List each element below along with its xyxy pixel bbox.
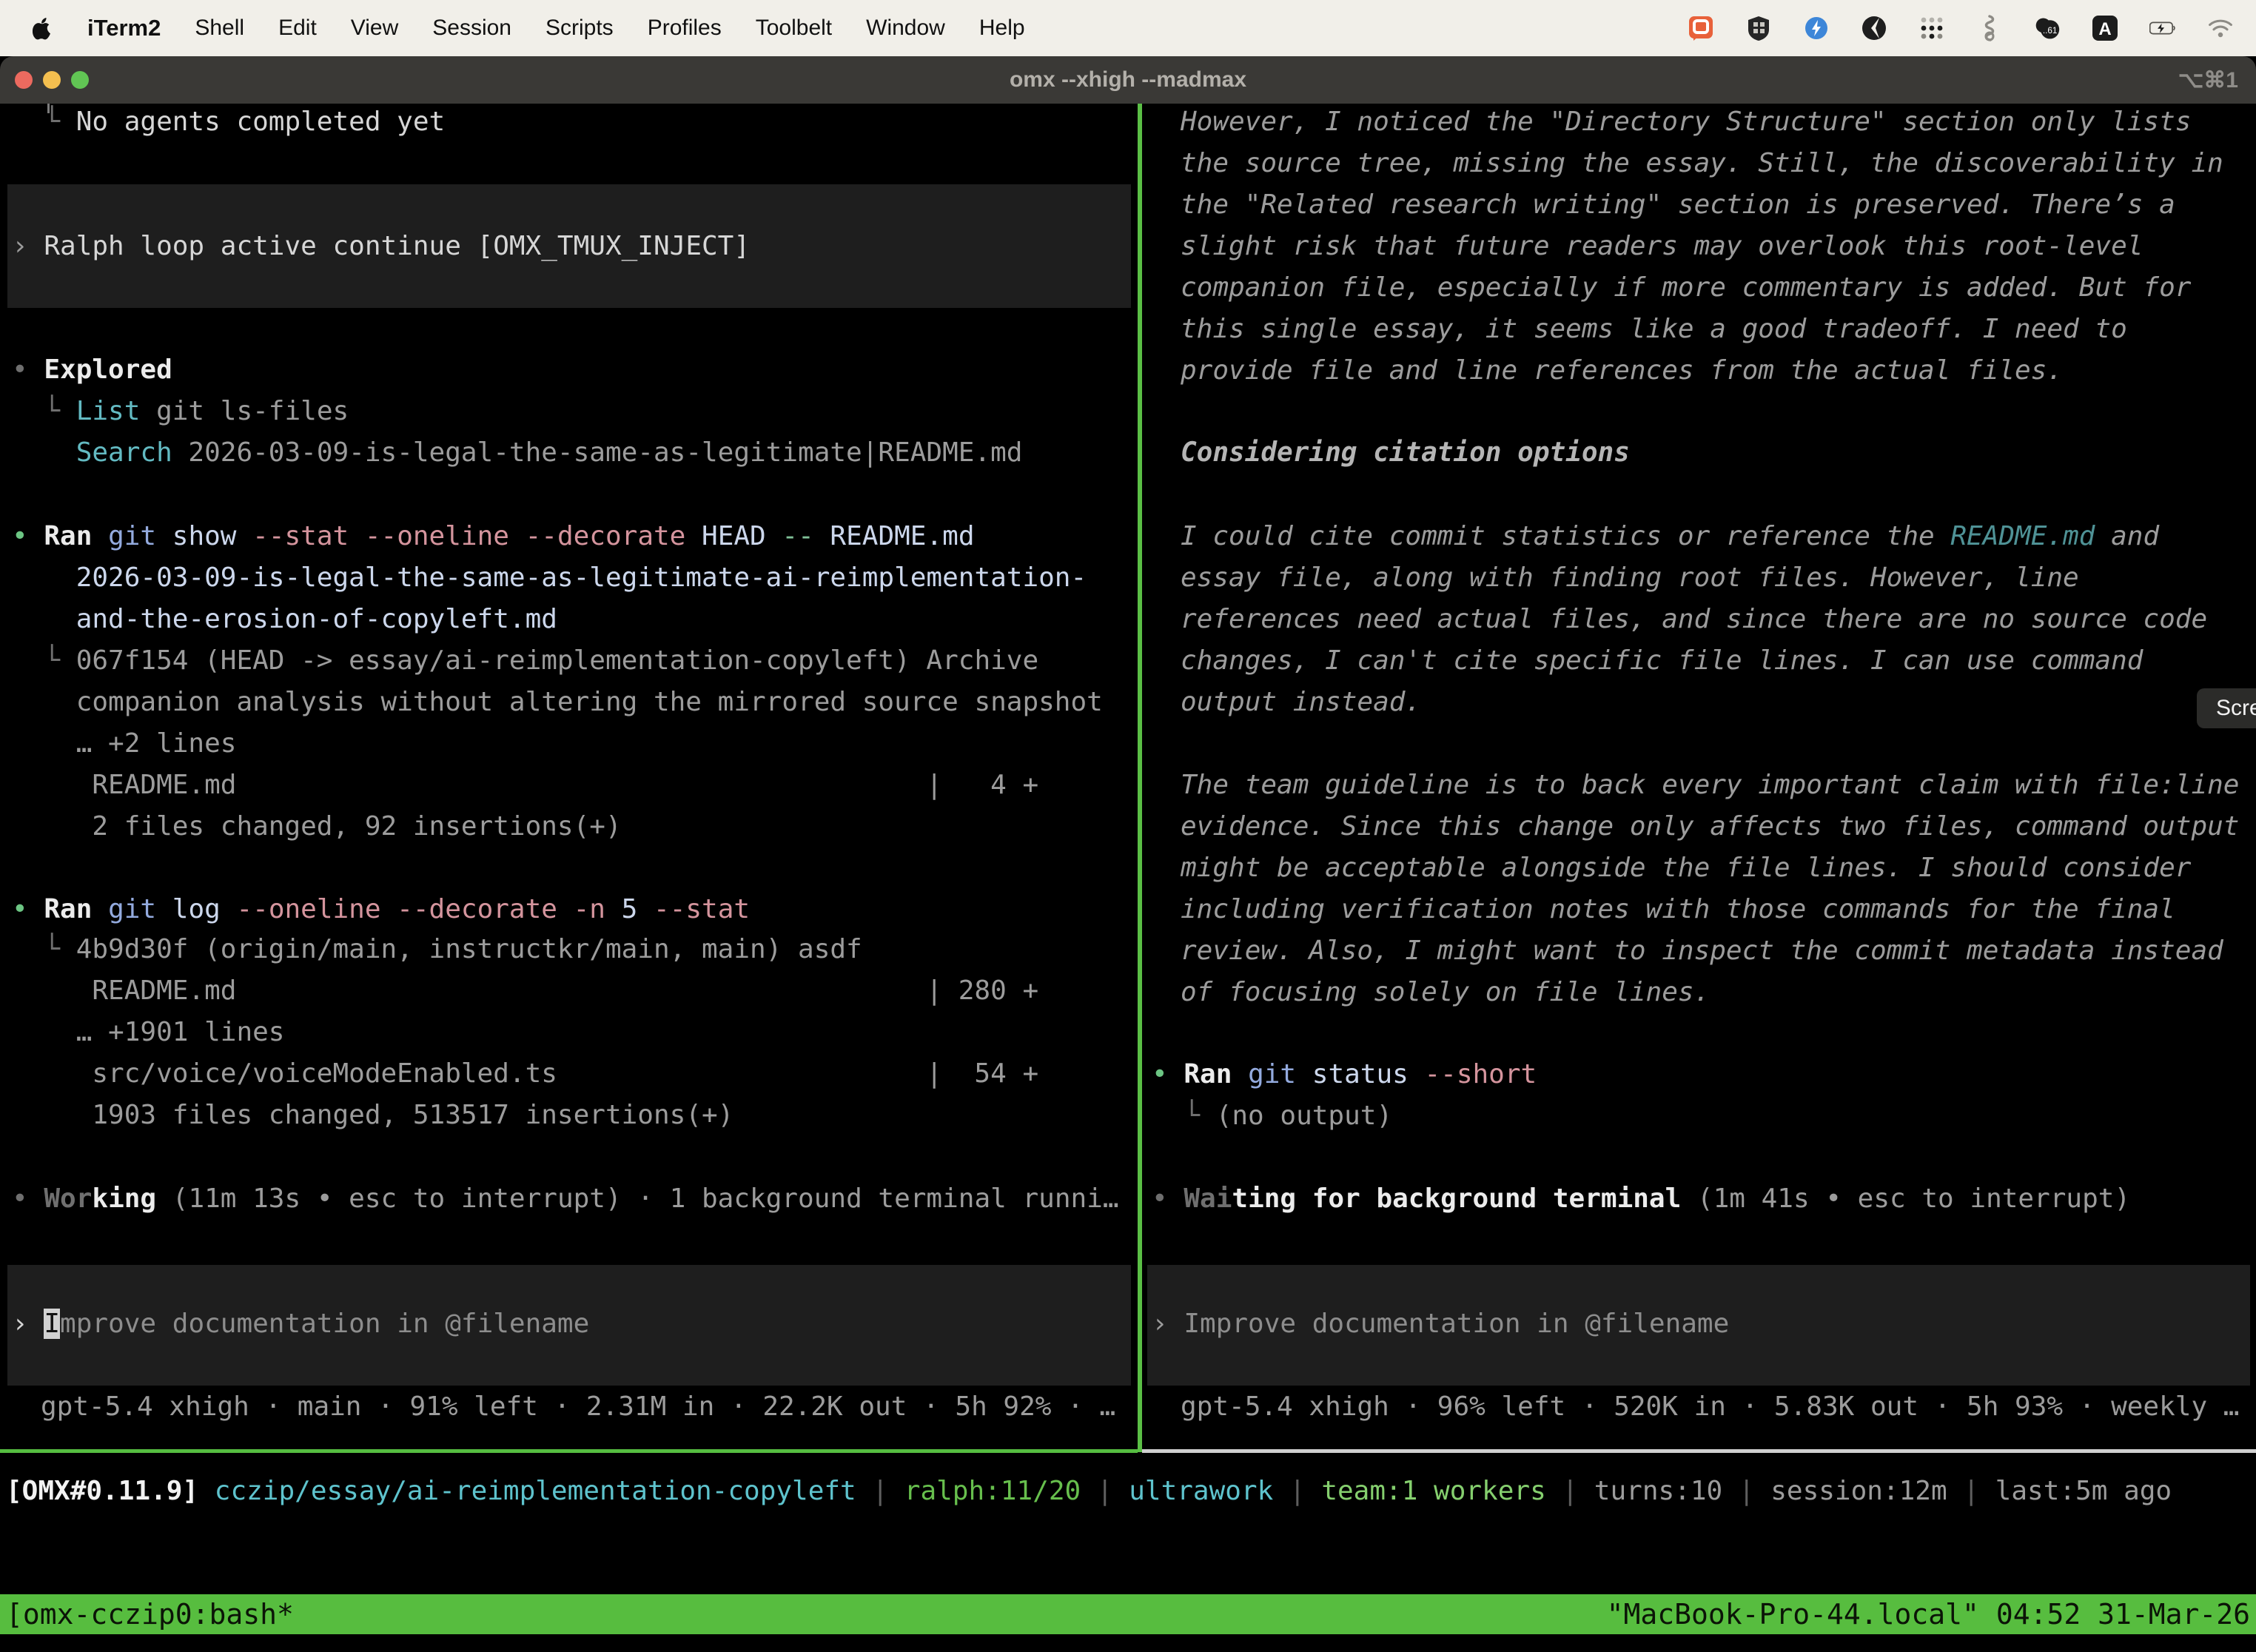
shield-grid-icon[interactable] bbox=[1745, 15, 1772, 41]
apple-menu-icon[interactable] bbox=[33, 16, 53, 40]
window-title: omx --xhigh --madmax bbox=[1010, 67, 1246, 93]
pane-divider[interactable] bbox=[1138, 104, 1142, 1452]
menu-bar: iTerm2 Shell Edit View Session Scripts Profil… bbox=[0, 0, 2256, 56]
tmux-host-clock-label: "MacBook-Pro-44.local" 04:52 31-Mar-26 bbox=[1607, 1598, 2250, 1631]
separator-right-gray bbox=[1142, 1449, 2256, 1453]
left-prompt-box[interactable] bbox=[7, 1265, 1131, 1386]
minimize-button[interactable] bbox=[43, 71, 61, 89]
wifi-icon[interactable] bbox=[2207, 15, 2234, 41]
menu-bar-left: iTerm2 Shell Edit View Session Scripts Profil… bbox=[0, 15, 1025, 41]
screen-tooltip-button[interactable]: Scre bbox=[2197, 688, 2256, 728]
tmux-status-bar: [omx-cczip0:bash* "MacBook-Pro-44.local"… bbox=[0, 1594, 2256, 1634]
title-bar: omx --xhigh --madmax ⌥⌘1 bbox=[0, 56, 2256, 104]
menu-item-profiles[interactable]: Profiles bbox=[648, 16, 722, 41]
close-button[interactable] bbox=[15, 71, 33, 89]
badge-61-label: ..61 bbox=[2043, 26, 2058, 36]
menu-item-toolbelt[interactable]: Toolbelt bbox=[756, 16, 832, 41]
menu-item-window[interactable]: Window bbox=[866, 16, 945, 41]
tmux-session-label: [omx-cczip0:bash* bbox=[6, 1598, 294, 1631]
menu-item-help[interactable]: Help bbox=[979, 16, 1025, 41]
zoom-button[interactable] bbox=[71, 71, 89, 89]
compass-badge-icon[interactable] bbox=[1803, 15, 1830, 41]
menu-item-shell[interactable]: Shell bbox=[195, 16, 244, 41]
screen-tooltip-label: Scre bbox=[2216, 696, 2256, 721]
window-shortcut-badge: ⌥⌘1 bbox=[2178, 56, 2238, 104]
ralph-loop-box bbox=[7, 184, 1131, 308]
menu-item-app[interactable]: iTerm2 bbox=[87, 15, 161, 41]
battery-charging-icon[interactable] bbox=[2149, 15, 2176, 41]
menu-item-edit[interactable]: Edit bbox=[278, 16, 317, 41]
menu-item-scripts[interactable]: Scripts bbox=[545, 16, 614, 41]
tree-line-remnant bbox=[47, 104, 50, 113]
menu-item-view[interactable]: View bbox=[351, 16, 398, 41]
terminal-content[interactable] bbox=[0, 104, 2256, 1594]
letter-a-icon[interactable]: A bbox=[2092, 15, 2118, 41]
squiggle-icon[interactable] bbox=[1976, 15, 2003, 41]
separator-left-green bbox=[0, 1449, 1138, 1453]
dots-grid-icon[interactable] bbox=[1918, 15, 1945, 41]
right-prompt-box[interactable] bbox=[1147, 1265, 2250, 1386]
dark-disc-icon[interactable] bbox=[1861, 15, 1887, 41]
letter-a-label: A bbox=[2098, 19, 2111, 39]
chat-bubble-icon[interactable] bbox=[1688, 15, 1714, 41]
menu-bar-status-icons: ..61 A bbox=[1688, 15, 2256, 41]
badge-61-icon[interactable]: ..61 bbox=[2034, 15, 2061, 41]
menu-item-session[interactable]: Session bbox=[432, 16, 511, 41]
